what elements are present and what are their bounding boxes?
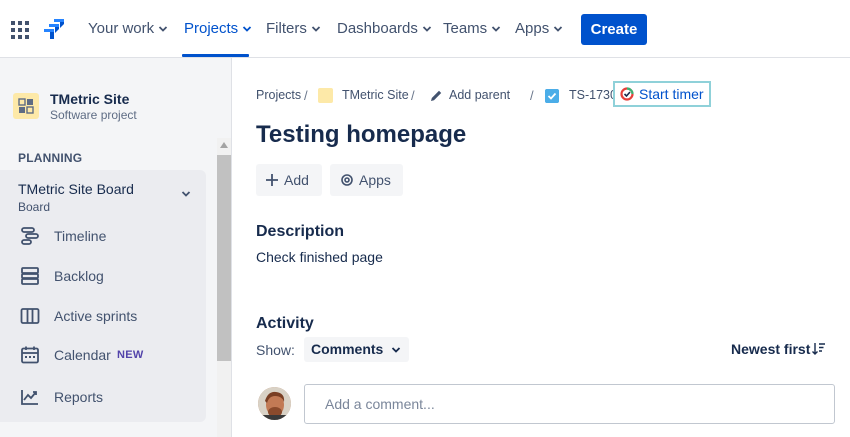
- project-avatar[interactable]: [13, 93, 39, 119]
- sprints-icon: [20, 308, 40, 324]
- add-button-label: Add: [284, 172, 309, 188]
- top-navigation: Your work Projects Filters Dashboards Te…: [0, 0, 850, 58]
- sort-order-button[interactable]: Newest first: [731, 341, 810, 357]
- nav-label: Dashboards: [337, 20, 418, 37]
- chevron-down-icon: [554, 25, 563, 32]
- nav-teams[interactable]: Teams: [443, 20, 501, 37]
- sidebar-item-reports[interactable]: Reports: [0, 379, 206, 415]
- nav-label: Apps: [515, 20, 550, 37]
- nav-label: Projects: [184, 20, 239, 37]
- issue-title[interactable]: Testing homepage: [256, 121, 466, 149]
- show-label: Show:: [256, 342, 295, 358]
- add-parent-link[interactable]: Add parent: [449, 88, 510, 102]
- nav-label: Teams: [443, 20, 488, 37]
- chevron-down-icon[interactable]: [181, 189, 191, 199]
- activity-filter-select[interactable]: Comments: [304, 337, 409, 362]
- activity-filter-value: Comments: [311, 341, 384, 357]
- sidebar-item-backlog[interactable]: Backlog: [0, 258, 206, 294]
- user-avatar-image: [258, 387, 291, 420]
- chevron-down-icon: [422, 25, 432, 32]
- sidebar-item-active-sprints[interactable]: Active sprints: [0, 298, 206, 334]
- board-group: TMetric Site Board Board Timeline Backlo…: [0, 170, 206, 422]
- sidebar-content: TMetric Site Software project PLANNING T…: [0, 58, 216, 437]
- chevron-down-icon: [159, 25, 168, 32]
- sidebar-scrollbar-thumb[interactable]: [217, 155, 231, 361]
- issue-key-link[interactable]: TS-1730: [569, 88, 617, 102]
- plus-icon: [266, 174, 278, 186]
- sidebar-item-label: Backlog: [54, 268, 104, 284]
- active-nav-indicator: [182, 54, 249, 57]
- start-timer-button[interactable]: Start timer: [613, 81, 711, 107]
- breadcrumb-separator: /: [411, 88, 415, 103]
- sidebar-item-calendar[interactable]: Calendar NEW: [0, 337, 206, 373]
- nav-filters[interactable]: Filters: [266, 20, 321, 37]
- activity-heading: Activity: [256, 315, 314, 332]
- comment-input[interactable]: [304, 384, 835, 424]
- nav-dashboards[interactable]: Dashboards: [337, 20, 432, 37]
- nav-label: Filters: [266, 20, 307, 37]
- backlog-icon: [21, 267, 39, 285]
- reports-icon: [21, 390, 38, 405]
- project-name[interactable]: TMetric Site: [50, 91, 129, 107]
- board-subtitle: Board: [18, 200, 51, 214]
- project-icon: [318, 88, 333, 103]
- tmetric-timer-icon: [620, 87, 634, 101]
- add-button[interactable]: Add: [256, 164, 322, 196]
- create-button[interactable]: Create: [581, 14, 647, 45]
- timeline-icon: [21, 227, 39, 245]
- sidebar-item-label: Active sprints: [54, 308, 138, 324]
- new-badge: NEW: [117, 349, 144, 361]
- chevron-down-icon: [243, 25, 252, 32]
- user-avatar: [258, 387, 291, 420]
- breadcrumb-project[interactable]: TMetric Site: [342, 88, 409, 102]
- breadcrumb-separator: /: [304, 88, 308, 103]
- sidebar-item-label: Calendar: [54, 347, 111, 363]
- app-switcher-icon[interactable]: [11, 21, 29, 39]
- task-type-icon: [545, 89, 559, 103]
- jira-logo-icon[interactable]: [43, 18, 65, 40]
- sidebar-item-timeline[interactable]: Timeline: [0, 218, 206, 254]
- description-text[interactable]: Check finished page: [256, 249, 383, 265]
- sidebar: TMetric Site Software project PLANNING T…: [0, 58, 232, 437]
- sidebar-item-label: Reports: [54, 389, 104, 405]
- breadcrumb-projects[interactable]: Projects: [256, 88, 301, 102]
- project-icon: [18, 98, 34, 114]
- chevron-down-icon: [391, 347, 401, 353]
- nav-your-work[interactable]: Your work: [88, 20, 168, 37]
- apps-gear-icon: [341, 174, 353, 186]
- nav-projects[interactable]: Projects: [184, 20, 252, 37]
- pencil-icon: [431, 90, 442, 101]
- apps-button[interactable]: Apps: [330, 164, 403, 196]
- scroll-up-arrow-icon[interactable]: [220, 142, 228, 148]
- description-heading: Description: [256, 223, 345, 240]
- nav-label: Your work: [88, 20, 155, 37]
- chevron-down-icon: [311, 25, 320, 32]
- breadcrumb-separator: /: [530, 88, 534, 103]
- sort-icon[interactable]: [812, 342, 825, 355]
- chevron-down-icon: [492, 25, 501, 32]
- calendar-icon: [21, 346, 39, 364]
- project-type: Software project: [50, 108, 137, 122]
- sidebar-item-label: Timeline: [54, 228, 107, 244]
- planning-section-label: PLANNING: [18, 151, 83, 165]
- apps-button-label: Apps: [359, 172, 391, 188]
- board-title[interactable]: TMetric Site Board: [18, 181, 134, 197]
- start-timer-label: Start timer: [639, 86, 704, 102]
- nav-apps[interactable]: Apps: [515, 20, 563, 37]
